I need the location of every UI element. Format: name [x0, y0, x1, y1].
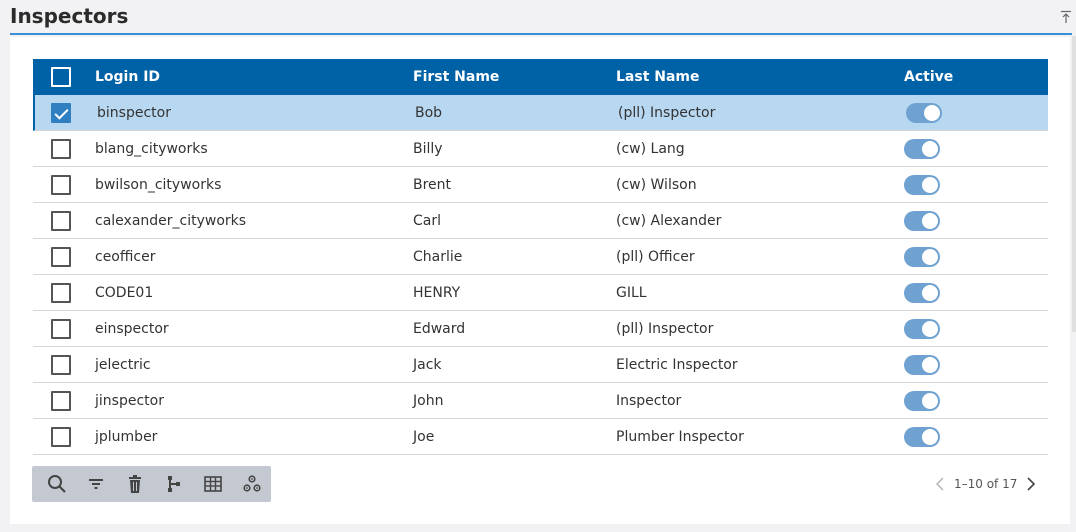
- login-id-cell: binspector: [97, 104, 171, 121]
- login-id-cell: jplumber: [95, 428, 158, 445]
- table-row[interactable]: jinspector John Inspector: [33, 383, 1048, 419]
- settings-button[interactable]: [232, 466, 271, 502]
- last-name-cell: (pll) Inspector: [618, 104, 716, 121]
- settings-cluster-icon: [242, 475, 261, 492]
- last-name-cell: GILL: [616, 284, 647, 301]
- active-toggle[interactable]: [904, 282, 940, 303]
- header-divider: [10, 33, 1072, 35]
- active-toggle[interactable]: [906, 102, 942, 123]
- chevron-right-icon: [1027, 477, 1036, 491]
- active-toggle[interactable]: [904, 138, 940, 159]
- last-name-cell: (pll) Inspector: [616, 320, 714, 337]
- row-checkbox[interactable]: [51, 210, 71, 231]
- row-checkbox[interactable]: [51, 174, 71, 195]
- login-id-cell: CODE01: [95, 284, 154, 301]
- table-row[interactable]: ceofficer Charlie (pll) Officer: [33, 239, 1048, 275]
- first-name-cell: Bob: [415, 104, 443, 121]
- filter-button[interactable]: [77, 466, 116, 502]
- hierarchy-icon: [167, 476, 180, 492]
- table-row[interactable]: blang_cityworks Billy (cw) Lang: [33, 131, 1048, 167]
- table-view-button[interactable]: [193, 466, 232, 502]
- table-row[interactable]: bwilson_cityworks Brent (cw) Wilson: [33, 167, 1048, 203]
- next-page-button[interactable]: [1021, 474, 1041, 494]
- login-id-cell: einspector: [95, 320, 169, 337]
- active-toggle[interactable]: [904, 174, 940, 195]
- search-icon: [48, 475, 67, 493]
- first-name-cell: HENRY: [413, 284, 461, 301]
- active-toggle[interactable]: [904, 210, 940, 231]
- inspectors-table: Login ID First Name Last Name Active bin…: [33, 59, 1048, 455]
- page-title: Inspectors: [10, 4, 129, 28]
- first-name-cell: Edward: [413, 320, 466, 337]
- login-id-cell: bwilson_cityworks: [95, 176, 222, 193]
- active-toggle[interactable]: [904, 246, 940, 267]
- table-row[interactable]: jplumber Joe Plumber Inspector: [33, 419, 1048, 455]
- page-range-label: 1–10 of 17: [954, 477, 1018, 491]
- hierarchy-button[interactable]: [154, 466, 193, 502]
- table-row[interactable]: binspector Bob (pll) Inspector: [33, 95, 1048, 131]
- select-all-checkbox[interactable]: [51, 67, 71, 87]
- active-toggle[interactable]: [904, 354, 940, 375]
- row-checkbox[interactable]: [51, 138, 71, 159]
- row-checkbox[interactable]: [51, 390, 71, 411]
- table-header: Login ID First Name Last Name Active: [33, 59, 1048, 95]
- table-row[interactable]: einspector Edward (pll) Inspector: [33, 311, 1048, 347]
- collapse-top-icon[interactable]: [1060, 10, 1072, 24]
- first-name-cell: Billy: [413, 140, 443, 157]
- table-row[interactable]: jelectric Jack Electric Inspector: [33, 347, 1048, 383]
- last-name-cell: Plumber Inspector: [616, 428, 744, 445]
- login-id-cell: calexander_cityworks: [95, 212, 247, 229]
- login-id-cell: jelectric: [95, 356, 151, 373]
- first-name-cell: Jack: [413, 356, 442, 373]
- table-row[interactable]: CODE01 HENRY GILL: [33, 275, 1048, 311]
- row-checkbox[interactable]: [51, 426, 71, 447]
- login-id-cell: jinspector: [95, 392, 164, 409]
- column-header-active[interactable]: Active: [904, 69, 1044, 85]
- active-toggle[interactable]: [904, 390, 940, 411]
- first-name-cell: Brent: [413, 176, 452, 193]
- last-name-cell: (cw) Lang: [616, 140, 685, 157]
- row-checkbox[interactable]: [51, 354, 71, 375]
- last-name-cell: (pll) Officer: [616, 248, 695, 265]
- section-header: Inspectors: [0, 0, 1072, 36]
- row-checkbox[interactable]: [51, 282, 71, 303]
- column-header-login-id[interactable]: Login ID: [89, 69, 413, 85]
- first-name-cell: Charlie: [413, 248, 463, 265]
- active-toggle[interactable]: [904, 318, 940, 339]
- row-checkbox[interactable]: [51, 246, 71, 267]
- row-checkbox[interactable]: [51, 102, 71, 123]
- first-name-cell: John: [413, 392, 444, 409]
- first-name-cell: Carl: [413, 212, 441, 229]
- chevron-left-icon: [935, 477, 944, 491]
- login-id-cell: ceofficer: [95, 248, 156, 265]
- column-header-first-name[interactable]: First Name: [413, 69, 616, 85]
- last-name-cell: (cw) Wilson: [616, 176, 697, 193]
- filter-icon: [89, 479, 104, 489]
- last-name-cell: (cw) Alexander: [616, 212, 722, 229]
- pagination: 1–10 of 17: [930, 474, 1041, 494]
- last-name-cell: Inspector: [616, 392, 682, 409]
- search-button[interactable]: [38, 466, 77, 502]
- delete-button[interactable]: [116, 466, 155, 502]
- table-row[interactable]: calexander_cityworks Carl (cw) Alexander: [33, 203, 1048, 239]
- previous-page-button[interactable]: [930, 474, 950, 494]
- first-name-cell: Joe: [413, 428, 435, 445]
- row-checkbox[interactable]: [51, 318, 71, 339]
- grid-toolbar: [32, 466, 271, 502]
- column-header-last-name[interactable]: Last Name: [616, 69, 904, 85]
- table-icon: [203, 476, 222, 492]
- inspectors-page: Inspectors Login ID First Name Last Name…: [0, 0, 1076, 532]
- trash-icon: [129, 475, 142, 493]
- last-name-cell: Electric Inspector: [616, 356, 738, 373]
- scrollbar[interactable]: [1072, 36, 1076, 332]
- login-id-cell: blang_cityworks: [95, 140, 208, 157]
- table-body: binspector Bob (pll) Inspector blang_citywo…: [33, 95, 1048, 455]
- active-toggle[interactable]: [904, 426, 940, 447]
